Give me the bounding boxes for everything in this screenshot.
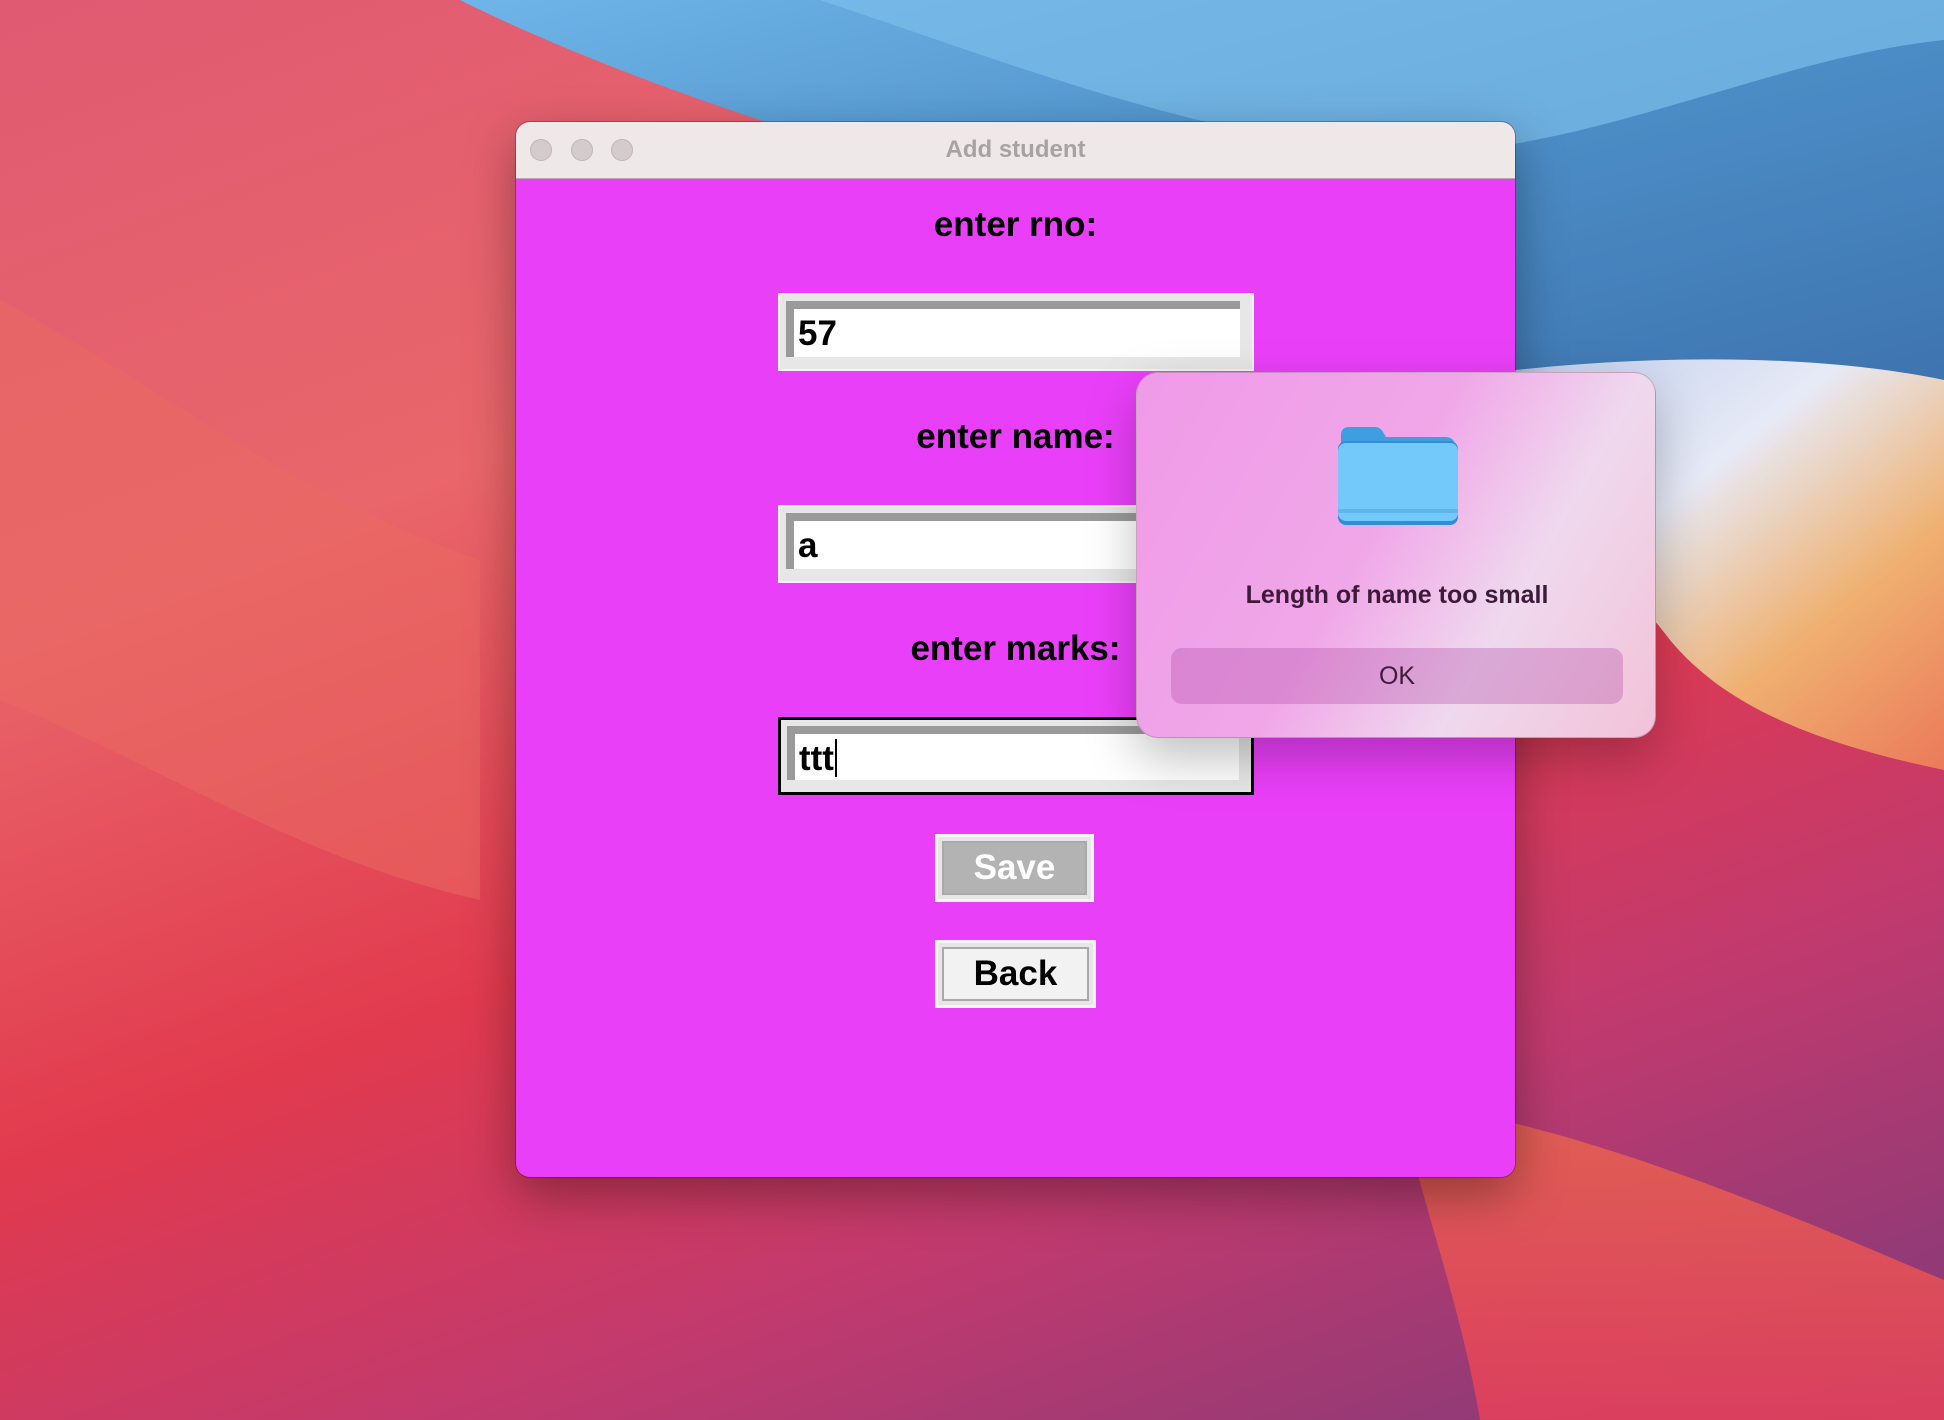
rno-label: enter rno:: [933, 205, 1098, 244]
alert-dialog: Length of name too small OK: [1136, 372, 1656, 738]
window-title: Add student: [945, 136, 1086, 163]
text-caret: [834, 738, 837, 777]
window-titlebar[interactable]: Add student: [516, 122, 1515, 179]
folder-icon: [1338, 427, 1458, 525]
marks-value-wrap: ttt: [799, 734, 837, 784]
save-button[interactable]: Save: [935, 834, 1094, 902]
alert-message: Length of name too small: [1245, 581, 1549, 609]
marks-value: ttt: [799, 739, 834, 778]
back-button[interactable]: Back: [935, 940, 1096, 1008]
back-button-label: Back: [942, 947, 1089, 1001]
save-button-label: Save: [942, 841, 1087, 895]
rno-field[interactable]: 57: [778, 293, 1254, 371]
name-value: a: [798, 526, 818, 565]
ok-button[interactable]: OK: [1171, 648, 1623, 704]
rno-field-inner[interactable]: 57: [786, 301, 1240, 357]
rno-value: 57: [798, 314, 837, 353]
